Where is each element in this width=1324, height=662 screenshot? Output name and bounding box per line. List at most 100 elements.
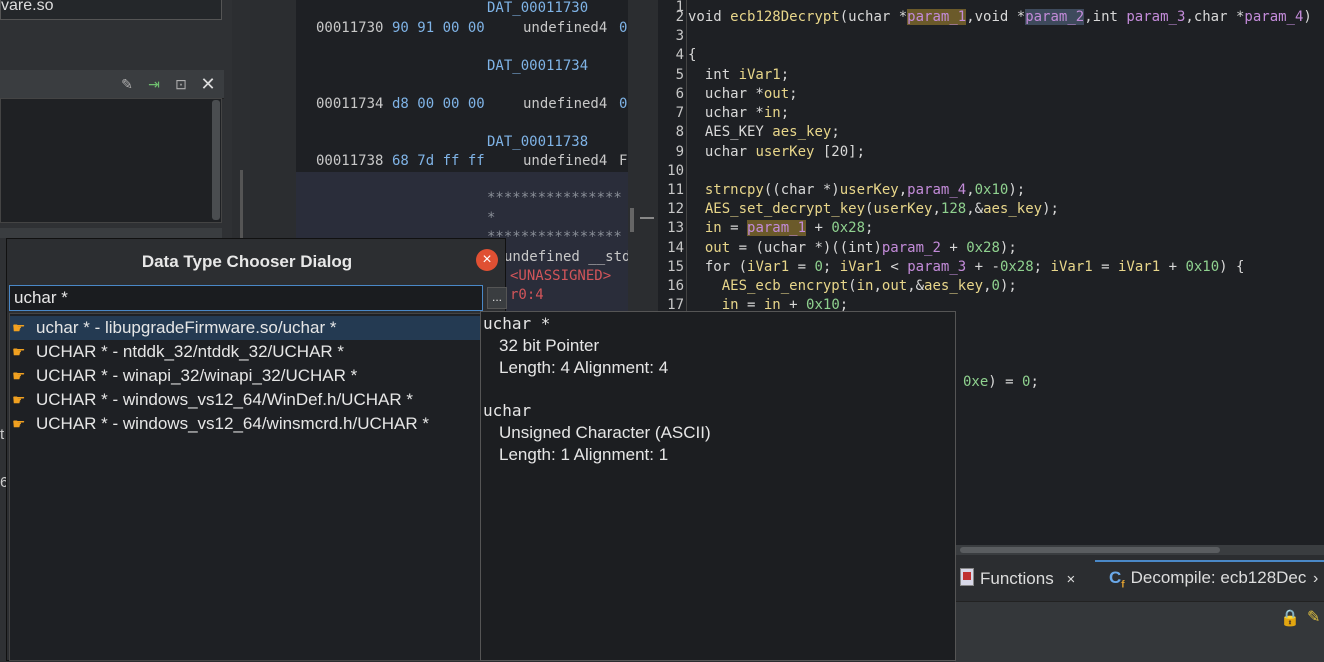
undock-icon[interactable]: ⊡ [172,75,190,93]
code-line[interactable]: { [688,47,696,63]
lock-icon[interactable]: 🔒 [1280,608,1300,628]
decompiler-hscroll-thumb[interactable] [960,547,1220,553]
eraser-icon[interactable]: ✎ [1307,607,1320,627]
code-line[interactable]: in = param_1 + 0x28; [688,220,873,236]
list-item[interactable]: ☛ UCHAR * - ntddk_32/ntddk_32/UCHAR * [10,340,482,364]
code-token: ; [789,86,798,102]
function-call[interactable]: AES_ecb_encrypt [688,278,848,294]
code-line[interactable]: strncpy((char *)userKey,param_4,0x10); [688,182,1025,198]
param-token[interactable]: param_1 [907,9,967,25]
variable-token[interactable]: aes_key [924,278,983,294]
listing-type: undefined4 [523,153,608,169]
code-token: + [806,220,832,236]
listing-address[interactable]: 00011738 [316,153,383,169]
variable-token[interactable]: iVar1 [747,259,789,275]
code-token: [20]; [814,144,866,160]
dialog-close-button[interactable]: × [476,249,498,271]
listing-comment-stars: **************** [487,229,622,245]
code-line[interactable]: out = (uchar *)((int)param_2 + 0x28); [688,240,1017,256]
code-token: for ( [688,259,748,275]
listing-address[interactable]: 00011730 [316,20,383,36]
data-type-input[interactable] [9,285,483,311]
code-line[interactable]: for (iVar1 = 0; iVar1 < param_3 + -0x28;… [688,259,1245,275]
code-line[interactable]: uchar *out; [688,86,798,102]
tab-close-icon[interactable]: × [1066,571,1075,588]
variable-token[interactable]: out [882,278,907,294]
line-number: 2 [675,9,684,25]
code-line[interactable]: AES_set_decrypt_key(userKey,128,&aes_key… [688,201,1059,217]
preview-base-type-name: uchar [483,401,532,420]
constant-token: 0x28 [831,220,866,236]
code-token: ,& [966,201,984,217]
variable-token[interactable]: iVar1 [1118,259,1160,275]
param-token[interactable]: param_4 [1244,9,1303,25]
left-hscroll[interactable] [0,228,222,238]
param-token[interactable]: param_2 [882,240,941,256]
code-token: , [873,278,882,294]
code-token: ; [822,259,840,275]
param-token[interactable]: param_2 [1025,9,1085,25]
line-number: 7 [675,105,684,121]
param-storage: r0:4 [510,287,544,303]
variable-token[interactable]: aes_key [983,201,1042,217]
variable-token[interactable]: iVar1 [739,67,781,83]
listing-label[interactable]: DAT_00011734 [487,58,588,74]
snapshot-icon[interactable]: ⇥ [145,75,163,93]
return-storage: <UNASSIGNED> [510,268,612,284]
variable-token[interactable]: userKey [840,182,899,198]
list-item[interactable]: ☛ UCHAR * - windows_vs12_64/winsmcrd.h/UC… [10,412,482,436]
listing-label[interactable]: DAT_00011730 [487,0,588,16]
variable-token[interactable]: in [764,105,781,121]
listing-scroll-thumb[interactable] [630,208,634,232]
tab-decompile[interactable]: Cf Decompile: ecb128Dec [1095,560,1324,598]
list-item[interactable]: ☛ UCHAR * - winapi_32/winapi_32/UCHAR * [10,364,482,388]
code-token: , [898,182,908,198]
function-name[interactable]: ecb128Decrypt [730,9,840,25]
code-line[interactable]: uchar userKey [20]; [688,144,865,160]
param-token[interactable]: param_1 [747,220,807,236]
program-file-row[interactable]: vare.so [0,0,222,20]
tab-functions[interactable]: Functions × [960,568,1075,592]
variable-token[interactable]: iVar1 [840,259,882,275]
listing-address[interactable]: 00011734 [316,96,383,112]
variable-token[interactable]: out [764,86,789,102]
browse-button[interactable]: ... [487,287,507,309]
param-token[interactable]: param_3 [907,259,966,275]
list-item[interactable]: ☛ UCHAR * - windows_vs12_64/WinDef.h/UCHA… [10,388,482,412]
symbol-tree-scrollbar[interactable] [212,100,220,220]
preview-base-type-desc: Unsigned Character (ASCII) [499,423,711,442]
variable-token[interactable]: out [688,240,730,256]
tab-overflow-icon[interactable]: › [1313,570,1324,587]
close-icon[interactable]: ✕ [199,75,217,93]
edit-icon[interactable]: ✎ [118,75,136,93]
edge-text: t [0,426,5,443]
code-line[interactable]: int iVar1; [688,67,789,83]
listing-bytes: d8 00 00 00 [392,96,485,112]
code-token: int [688,67,739,83]
code-line[interactable]: AES_ecb_encrypt(in,out,&aes_key,0); [688,278,1017,294]
code-line-signature[interactable]: void ecb128Decrypt(uchar *param_1,void *… [688,9,1312,25]
listing-operand: F [619,153,628,169]
param-token[interactable]: param_3 [1126,9,1185,25]
variable-token[interactable]: userKey [873,201,932,217]
variable-token[interactable]: userKey [755,144,814,160]
function-call[interactable]: strncpy [688,182,764,198]
variable-token[interactable]: in [857,278,874,294]
splitter-grip[interactable] [640,217,654,219]
variable-token[interactable]: aes_key [772,124,831,140]
param-token[interactable]: param_4 [907,182,966,198]
listing-label[interactable]: DAT_00011738 [487,134,588,150]
list-item[interactable]: ☛ uchar * - libupgradeFirmware.so/uchar * [10,316,482,340]
code-line[interactable]: AES_KEY aes_key; [688,124,840,140]
data-type-list[interactable]: ☛ uchar * - libupgradeFirmware.so/uchar *… [9,313,483,661]
symbol-tree-body[interactable] [0,98,222,223]
function-signature[interactable]: undefined __stdca [504,249,628,265]
variable-token[interactable]: iVar1 [1051,259,1093,275]
variable-token[interactable]: in [688,220,722,236]
line-number: 11 [667,182,684,198]
code-line-partial[interactable]: 0xe) = 0; [963,374,1039,390]
code-token: ); [1008,182,1026,198]
code-token: ; [831,124,840,140]
function-call[interactable]: AES_set_decrypt_key [688,201,865,217]
code-line[interactable]: uchar *in; [688,105,789,121]
